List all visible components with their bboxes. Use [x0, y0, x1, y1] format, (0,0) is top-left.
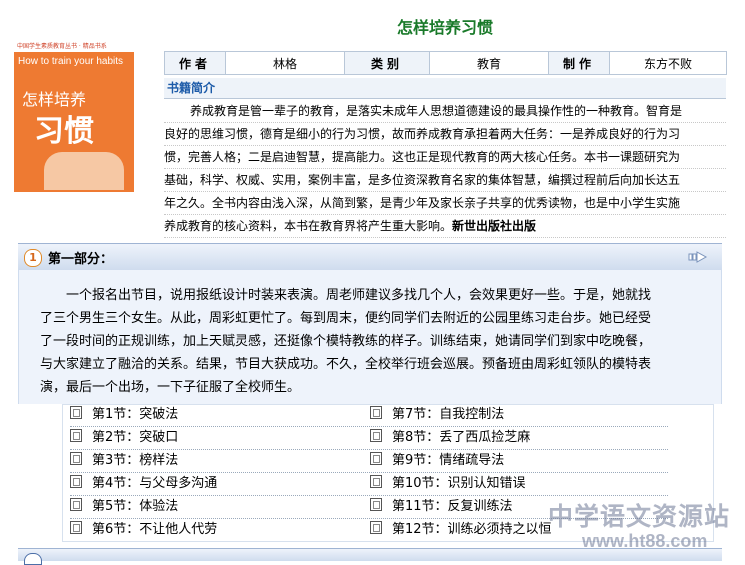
next-part-badge — [24, 553, 42, 565]
document-icon — [370, 521, 382, 534]
document-icon — [70, 498, 82, 511]
cover-chinese-title-2: 习惯 — [34, 114, 94, 149]
document-icon — [370, 498, 382, 511]
row-divider — [70, 495, 668, 496]
document-icon — [370, 452, 382, 465]
category-label: 类别 — [344, 51, 430, 75]
maker-value: 东方不败 — [609, 51, 727, 75]
document-icon — [70, 429, 82, 442]
author-value: 林格 — [225, 51, 345, 75]
author-label: 作者 — [164, 51, 226, 75]
intro-line-last: 养成教育的核心资料，本书在教育界将产生重大影响。新世出版社出版 — [164, 215, 726, 238]
chapter-link-2[interactable]: 第2节：突破口 — [70, 427, 178, 449]
category-value: 教育 — [429, 51, 549, 75]
intro-line: 年之久。全书内容由浅入深，从简到繁，是青少年及家长亲子共享的优秀读物，也是中小学… — [164, 192, 726, 215]
chapter-link-6[interactable]: 第6节：不让他人代劳 — [70, 519, 217, 541]
intro-line: 惯，完善人格；二是启迪智慧，提高能力。这也正是现代教育的两大核心任务。本书一课题… — [164, 146, 726, 169]
watermark-url: www.ht88.com — [582, 531, 708, 551]
document-icon — [70, 475, 82, 488]
book-title: 怎样培养习惯 — [396, 18, 493, 37]
document-icon — [70, 452, 82, 465]
part-text-line: 了三个男生三个女生。从此，周彩虹更忙了。每到周末，便约同学们去附近的公园里练习走… — [40, 311, 652, 326]
watermark-site-name: 中学语文资源站 — [548, 502, 731, 531]
part-text-line: 一个报名出节目，说用报纸设计时装来表演。周老师建议多找几个人，会效果更好一些。于… — [66, 288, 652, 303]
intro-line: 养成教育是管一辈子的教育，是落实未成年人思想道德建设的最具操作性的一种教育。智育… — [164, 100, 726, 123]
document-icon — [370, 429, 382, 442]
intro-publisher: 新世出版社出版 — [452, 219, 537, 233]
intro-line-text: 养成教育的核心资料，本书在教育界将产生重大影响。 — [164, 219, 453, 233]
part-header: 1 第一部分： — [18, 243, 722, 270]
part-text-line: 了一段时间的正规训练，加上天赋灵感，还挺像个模特教练的样子。训练结束，她请同学们… — [40, 334, 652, 349]
part-title: 第一部分： — [48, 252, 114, 267]
cover-band: 中国学生素质教育丛书 · 精品书系 — [14, 42, 134, 52]
cover-illustration — [44, 152, 124, 190]
arrow-right-icon[interactable] — [688, 250, 708, 264]
chapter-link-8[interactable]: 第8节：丢了西瓜捡芝麻 — [370, 427, 530, 449]
intro-header: 书籍简介 — [164, 78, 726, 99]
chapter-link-12[interactable]: 第12节：训练必须持之以恒 — [370, 519, 552, 541]
intro-text: 养成教育是管一辈子的教育，是落实未成年人思想道德建设的最具操作性的一种教育。智育… — [164, 100, 726, 238]
part-number-badge: 1 — [24, 249, 42, 267]
intro-line: 良好的思维习惯，德育是细小的行为习惯，故而养成教育承担着两大任务：一是养成良好的… — [164, 123, 726, 146]
document-icon — [370, 406, 382, 419]
chapter-link-9[interactable]: 第9节：情绪疏导法 — [370, 450, 504, 472]
row-divider — [70, 472, 668, 473]
chapter-link-7[interactable]: 第7节：自我控制法 — [370, 404, 504, 426]
chapter-link-3[interactable]: 第3节：榜样法 — [70, 450, 178, 472]
book-meta-table: 作者 林格 类别 教育 制作 东方不败 — [164, 51, 727, 75]
book-cover-image: 中国学生素质教育丛书 · 精品书系 How to train your habi… — [14, 42, 134, 192]
document-icon — [370, 475, 382, 488]
row-divider — [70, 426, 668, 427]
chapter-link-1[interactable]: 第1节：突破法 — [70, 404, 178, 426]
chapter-link-4[interactable]: 第4节：与父母多沟通 — [70, 473, 217, 495]
chapter-link-10[interactable]: 第10节：识别认知错误 — [370, 473, 526, 495]
part-text: 一个报名出节目，说用报纸设计时装来表演。周老师建议多找几个人，会效果更好一些。于… — [40, 284, 700, 399]
document-icon — [70, 406, 82, 419]
maker-label: 制作 — [548, 51, 610, 75]
intro-line: 基础，科学、权威、实用，案例丰富，是多位资深教育名家的集体智慧，编撰过程前后向加… — [164, 169, 726, 192]
cover-english-title: How to train your habits — [18, 56, 124, 67]
document-icon — [70, 521, 82, 534]
chapter-link-5[interactable]: 第5节：体验法 — [70, 496, 178, 518]
part-text-line: 与大家建立了融洽的关系。结果，节目大获成功。不久，全校举行班会巡展。预备班由周彩… — [40, 357, 652, 372]
part-text-line: 演，最后一个出场，一下子征服了全校师生。 — [40, 380, 301, 395]
intro-label: 书籍简介 — [167, 81, 216, 95]
chapter-link-11[interactable]: 第11节：反复训练法 — [370, 496, 513, 518]
row-divider — [70, 449, 668, 450]
